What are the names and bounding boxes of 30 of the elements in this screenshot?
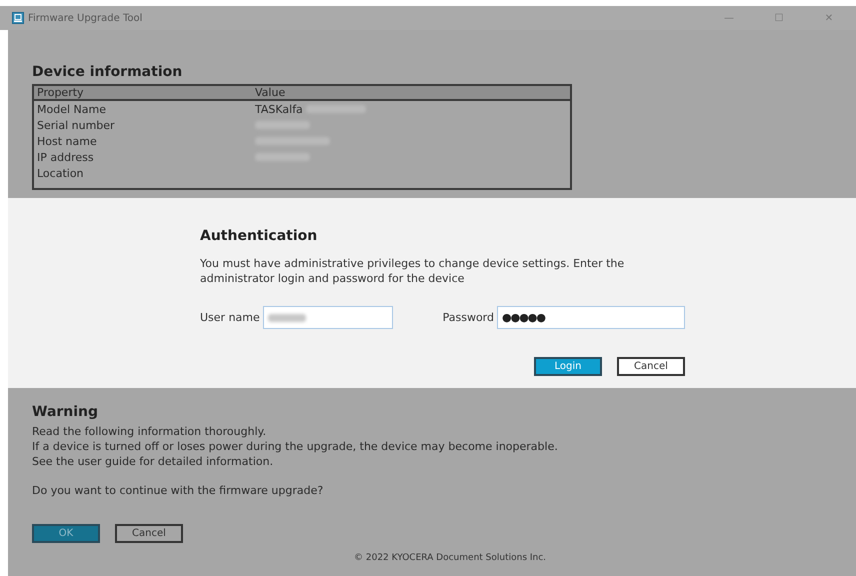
- user-name-field[interactable]: [262, 306, 393, 329]
- field-label: Password: [442, 311, 494, 324]
- maximize-button[interactable]: ☐: [756, 12, 802, 24]
- copyright-text: © 2022 KYOCERA Document Solutions Inc.: [354, 553, 548, 563]
- password-field[interactable]: ●●●●●: [497, 306, 685, 329]
- warning-text: Read the following information thoroughly.: [32, 424, 268, 439]
- minimize-button[interactable]: —: [706, 12, 752, 24]
- table-cell-text: Model Name: [37, 102, 107, 116]
- section-title: Device information: [32, 64, 184, 80]
- cancel-button[interactable]: Cancel: [617, 357, 685, 376]
- cancel-button[interactable]: Cancel: [115, 524, 183, 543]
- primary-button[interactable]: Login: [534, 357, 602, 376]
- table-cell-text: Location: [37, 166, 85, 180]
- app-icon: [12, 12, 24, 24]
- window-title: Firmware Upgrade Tool: [28, 12, 144, 24]
- warning-text: If a device is turned off or loses power during the upgrade, the device may become inoperable.: [32, 439, 559, 454]
- column-header: Value: [255, 86, 286, 99]
- table-cell-text: Serial number: [37, 118, 116, 132]
- table-cell: TASKalfa: [255, 102, 303, 116]
- close-button[interactable]: ✕: [806, 12, 852, 24]
- dialog-title: Authentication: [200, 228, 318, 244]
- section-title: Warning: [32, 404, 100, 420]
- table-cell-text: Host name: [37, 134, 98, 148]
- table-cell-text: IP address: [37, 150, 95, 164]
- field-label: User name: [200, 311, 260, 324]
- dialog-message: You must have administrative privileges to change device settings. Enter the administrator login and password for the device: [200, 256, 626, 286]
- warning-text: See the user guide for detailed information.: [32, 454, 274, 469]
- primary-button[interactable]: OK: [32, 524, 100, 543]
- column-header: Property: [37, 86, 85, 99]
- question-text: Do you want to continue with the firmware upgrade?: [32, 483, 324, 498]
